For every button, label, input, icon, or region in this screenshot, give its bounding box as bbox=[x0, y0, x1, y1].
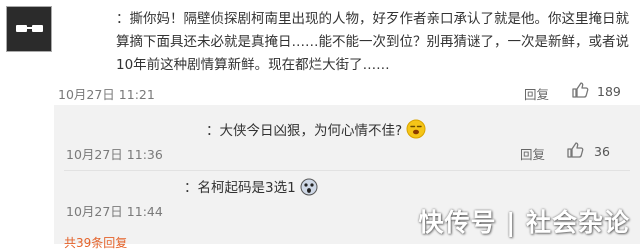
reply-1-reply-button[interactable]: 回复 bbox=[520, 144, 545, 163]
glasses-icon bbox=[16, 25, 43, 32]
main-like-count: 189 bbox=[597, 84, 621, 99]
thumb-up-icon[interactable] bbox=[571, 81, 589, 99]
reply-1-time: 10月27日 11:36 bbox=[66, 147, 163, 162]
divider bbox=[64, 170, 630, 171]
reply-1-text: ：大侠今日凶狠，为何心情不佳? bbox=[206, 119, 426, 143]
shocked-emoji-icon bbox=[300, 178, 318, 200]
main-comment-time: 10月27日 11:21 bbox=[58, 87, 155, 102]
thumb-up-icon[interactable] bbox=[566, 141, 584, 159]
user-avatar[interactable] bbox=[6, 6, 52, 52]
main-reply-button[interactable]: 回复 bbox=[524, 84, 549, 103]
reply-1-like-count: 36 bbox=[594, 144, 610, 159]
more-replies-link[interactable]: 共39条回复 bbox=[64, 234, 127, 251]
main-comment-text: ：撕你妈！隔壁侦探剧柯南里出现的人物，好歹作者亲口承认了就是他。你这里掩日就算摘… bbox=[116, 11, 629, 73]
reply-2-time: 10月27日 11:44 bbox=[66, 204, 163, 219]
reply-2-text: ：名柯起码是3选1 bbox=[184, 176, 318, 200]
yawn-emoji-icon bbox=[406, 119, 426, 143]
watermark: 快传号 | 社会杂论 bbox=[418, 208, 630, 237]
